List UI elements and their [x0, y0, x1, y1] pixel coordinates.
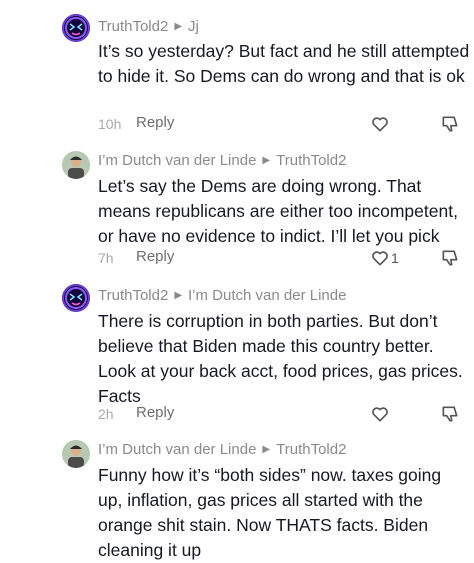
reply-to-name[interactable]: I’m Dutch van der Linde: [188, 287, 346, 304]
comment-meta: 7h Reply 1: [98, 246, 474, 272]
reply-to-name[interactable]: Jj: [188, 18, 199, 35]
thumbs-down-icon: [442, 116, 458, 132]
author-name[interactable]: I’m Dutch van der Linde: [98, 152, 256, 169]
avatar[interactable]: [62, 440, 90, 468]
reply-arrow-icon: ▶: [174, 21, 183, 32]
reply-button[interactable]: Reply: [136, 248, 174, 265]
comment-time: 2h: [98, 406, 114, 422]
avatar[interactable]: [62, 284, 90, 312]
comment-text: There is corruption in both parties. But…: [98, 311, 463, 406]
comment-time: 10h: [98, 116, 122, 132]
dislike-button[interactable]: [440, 248, 460, 273]
dislike-button[interactable]: [440, 404, 460, 429]
like-button[interactable]: [370, 404, 391, 424]
reply-to-name[interactable]: TruthTold2: [276, 441, 346, 458]
comment-header: I’m Dutch van der Linde ▶ TruthTold2: [98, 441, 346, 458]
thumbs-down-icon: [442, 406, 458, 422]
reply-arrow-icon: ▶: [262, 444, 271, 455]
comment-meta: 2h Reply: [98, 402, 474, 428]
thumbs-down-icon: [442, 250, 458, 266]
comment-header: TruthTold2 ▶ Jj: [98, 18, 199, 35]
comment-meta: 10h Reply: [98, 112, 474, 138]
avatar[interactable]: [62, 151, 90, 179]
reply-button[interactable]: Reply: [136, 114, 174, 131]
heart-icon: [372, 117, 388, 132]
comment-text: It’s so yesterday? But fact and he still…: [98, 41, 470, 86]
comment-text: Funny how it’s “both sides” now. taxes g…: [98, 465, 442, 560]
comment-text: Let’s say the Dems are doing wrong. That…: [98, 176, 458, 246]
dislike-button[interactable]: [440, 114, 460, 139]
comment-time: 7h: [98, 250, 114, 266]
author-name[interactable]: I’m Dutch van der Linde: [98, 441, 256, 458]
author-name[interactable]: TruthTold2: [98, 18, 168, 35]
like-button[interactable]: [370, 114, 391, 134]
like-count: 1: [391, 250, 399, 266]
like-button[interactable]: 1: [370, 248, 399, 268]
reply-arrow-icon: ▶: [262, 155, 271, 166]
comment-header: I’m Dutch van der Linde ▶ TruthTold2: [98, 152, 346, 169]
heart-icon: [372, 251, 388, 266]
reply-button[interactable]: Reply: [136, 404, 174, 421]
heart-icon: [372, 407, 388, 422]
author-name[interactable]: TruthTold2: [98, 287, 168, 304]
reply-arrow-icon: ▶: [174, 290, 183, 301]
reply-to-name[interactable]: TruthTold2: [276, 152, 346, 169]
comment-header: TruthTold2 ▶ I’m Dutch van der Linde: [98, 287, 346, 304]
avatar[interactable]: [62, 14, 90, 42]
